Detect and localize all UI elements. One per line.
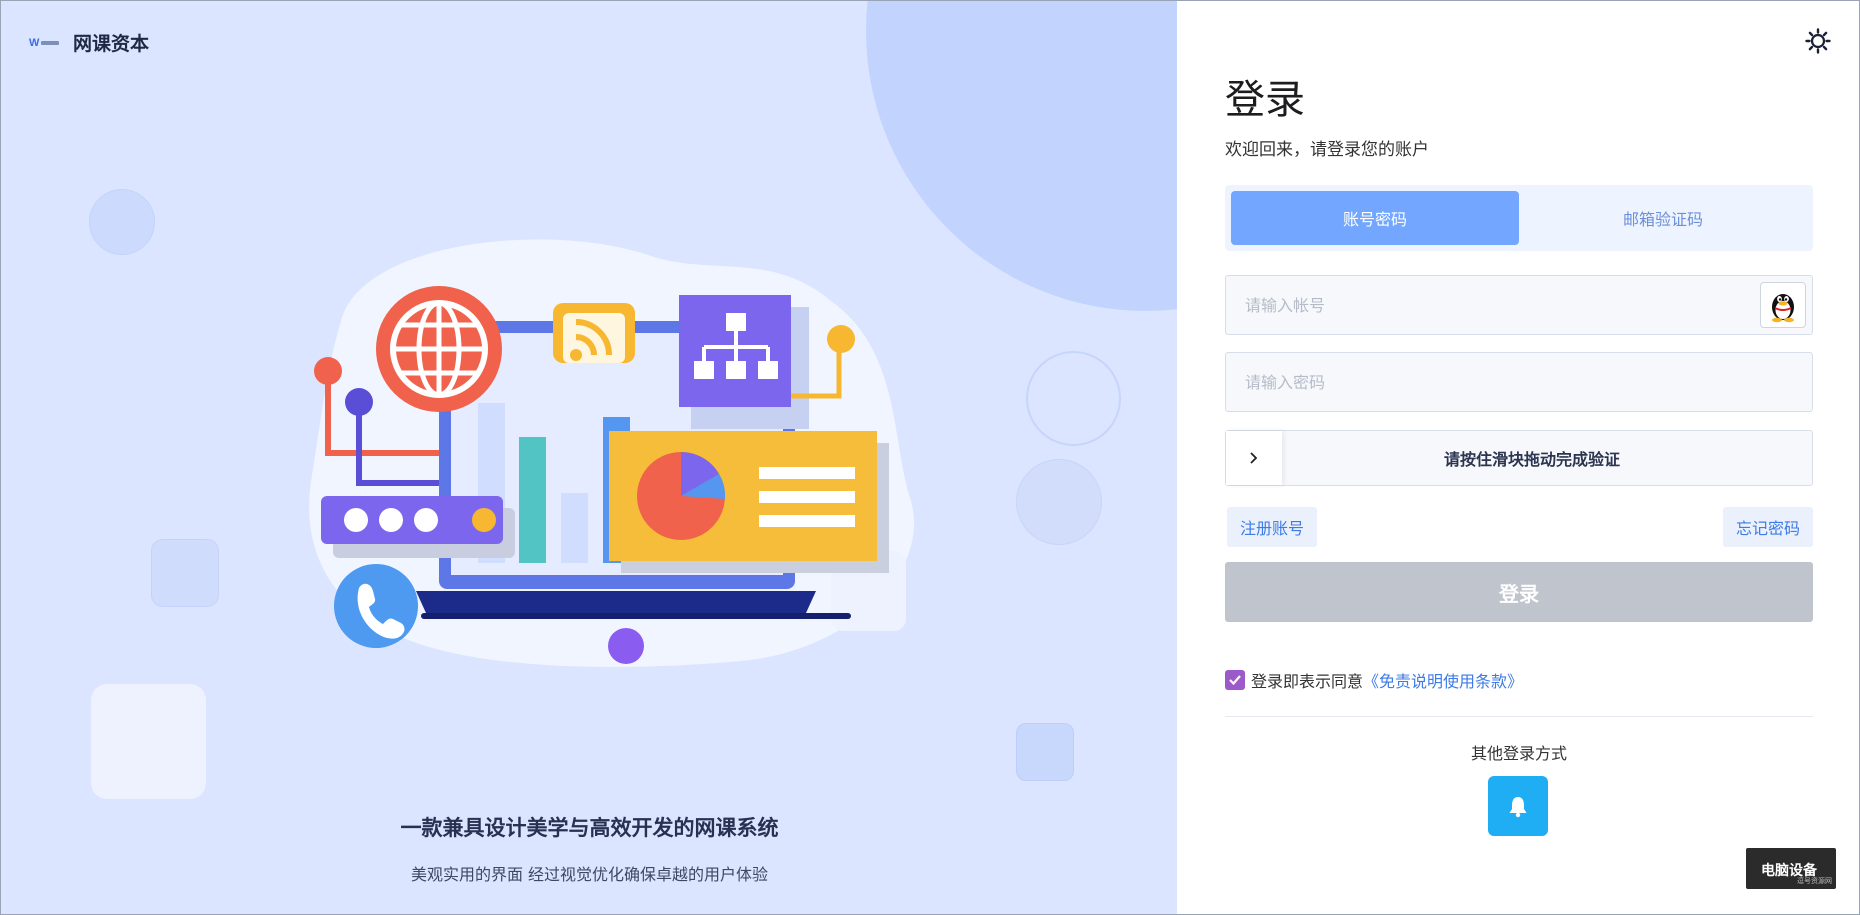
hero-title: 一款兼具设计美学与高效开发的网课系统 (400, 816, 779, 840)
agree-text: 登录即表示同意 (1251, 672, 1364, 691)
login-submit-button[interactable]: 登录 (1225, 562, 1813, 622)
account-field (1225, 275, 1813, 335)
hero-panel: W 网课资本 一款兼具设计美学与高效开发的网课系统 美观实用的界面 经过视觉优化… (0, 0, 1177, 915)
slider-instruction: 请按住滑块拖动完成验证 (1443, 450, 1620, 469)
hero-illustration (309, 239, 915, 667)
tab-email-code[interactable]: 邮箱验证码 (1519, 191, 1807, 245)
login-panel: 登录 欢迎回来，请登录您的账户 账号密码 邮箱验证码 请输入帐号 请按住滑块拖动… (1177, 0, 1860, 915)
qq-bell-icon (1509, 797, 1527, 818)
qq-quick-login-button[interactable] (1760, 282, 1806, 328)
other-login-label: 其他登录方式 (1470, 744, 1567, 763)
terms-link[interactable]: 《免责说明使用条款》 (1363, 668, 1523, 692)
qq-penguin-icon (1772, 294, 1794, 323)
divider (1225, 716, 1813, 717)
decorative-circle (1016, 459, 1102, 545)
check-icon (1229, 675, 1241, 686)
agreement: 登录即表示同意 《免责说明使用条款》 (1225, 668, 1523, 692)
slider-handle[interactable] (1226, 431, 1282, 485)
sun-gear-icon[interactable] (1805, 28, 1831, 54)
brand-name: 网课资本 (73, 33, 150, 55)
hero-subtitle: 美观实用的界面 经过视觉优化确保卓越的用户体验 (410, 865, 769, 884)
login-subtitle: 欢迎回来，请登录您的账户 (1225, 140, 1429, 160)
account-input[interactable] (1245, 295, 1765, 315)
login-tabs: 账号密码 邮箱验证码 (1225, 185, 1813, 251)
decorative-circle (89, 189, 155, 255)
slider-captcha: 请按住滑块拖动完成验证 (1225, 430, 1813, 486)
password-input[interactable] (1245, 372, 1765, 392)
tab-account-password[interactable]: 账号密码 (1231, 191, 1519, 245)
logo-icon: W (29, 36, 63, 50)
chevron-right-icon (1250, 452, 1258, 464)
watermark: 电脑设备 逗号资源网 (1746, 848, 1836, 889)
qq-login-button[interactable] (1488, 776, 1548, 836)
agree-checkbox[interactable] (1225, 670, 1245, 690)
decorative-ring (1026, 351, 1121, 446)
forgot-password-button[interactable]: 忘记密码 (1722, 507, 1813, 547)
decorative-square (1016, 723, 1074, 781)
register-button[interactable]: 注册账号 (1227, 507, 1318, 547)
brand-logo: W 网课资本 (29, 29, 149, 56)
login-title: 登录 (1225, 77, 1305, 123)
decorative-square (91, 684, 206, 799)
password-field (1225, 352, 1813, 412)
decorative-square (151, 539, 219, 607)
